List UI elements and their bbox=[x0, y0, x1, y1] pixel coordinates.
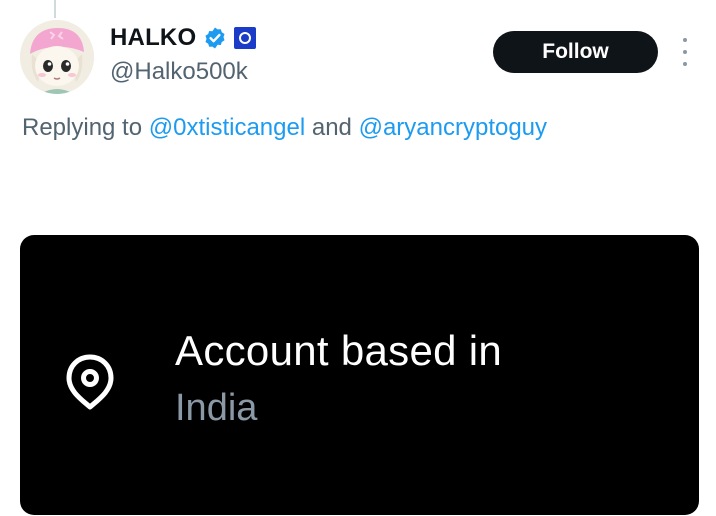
follow-button[interactable]: Follow bbox=[493, 31, 658, 73]
affiliate-ring bbox=[239, 32, 252, 44]
account-based-value: India bbox=[175, 387, 258, 429]
verified-badge-icon[interactable] bbox=[203, 26, 227, 50]
replying-to-prefix: Replying to bbox=[22, 114, 143, 141]
more-vertical-icon[interactable] bbox=[678, 38, 692, 66]
avatar-image bbox=[20, 20, 94, 94]
account-based-title: Account based in bbox=[175, 327, 503, 374]
more-dot bbox=[683, 50, 687, 54]
avatar[interactable] bbox=[20, 20, 94, 94]
affiliate-badge-icon[interactable] bbox=[234, 27, 257, 49]
account-location-card: Account based in India bbox=[20, 235, 699, 515]
location-pin-icon bbox=[66, 354, 114, 410]
mention-link-1[interactable]: @0xtisticangel bbox=[149, 114, 305, 141]
name-row: HALKO bbox=[110, 22, 257, 54]
mention-link-2[interactable]: @aryancryptoguy bbox=[359, 114, 547, 141]
display-name[interactable]: HALKO bbox=[110, 24, 196, 52]
user-handle[interactable]: @Halko500k bbox=[110, 58, 248, 86]
replying-to-line: Replying to @0xtisticangel and @aryancry… bbox=[22, 114, 547, 142]
thread-connector-line bbox=[54, 0, 56, 18]
more-dot bbox=[683, 38, 687, 42]
tweet-view: HALKO @Halko500k Follow Replying to @0xt… bbox=[0, 0, 716, 516]
more-dot bbox=[683, 62, 687, 66]
replying-to-conjunction: and bbox=[311, 114, 352, 141]
